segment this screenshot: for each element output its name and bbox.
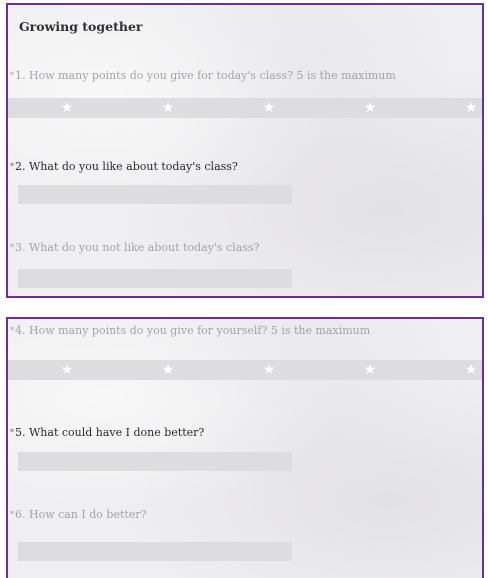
star-icon[interactable]: ★ (363, 101, 377, 115)
star-icon[interactable]: ★ (161, 101, 175, 115)
star-icon[interactable]: ★ (262, 363, 276, 377)
survey-section-2: *4. How many points do you give for your… (6, 317, 484, 578)
required-marker: * (10, 510, 14, 519)
answer-input-q5[interactable] (18, 452, 292, 471)
required-marker: * (10, 428, 14, 437)
section-title: Growing together (19, 19, 143, 34)
question-1: *1. How many points do you give for toda… (8, 69, 478, 83)
question-2: *2. What do you like about today's class… (8, 160, 478, 174)
required-marker: * (10, 71, 14, 80)
question-1-label: *1. How many points do you give for toda… (10, 69, 396, 82)
star-icon[interactable]: ★ (262, 101, 276, 115)
answer-input-q6[interactable] (18, 542, 292, 561)
star-icon[interactable]: ★ (464, 101, 478, 115)
star-icon[interactable]: ★ (161, 363, 175, 377)
required-marker: * (10, 326, 14, 335)
question-3-label: *3. What do you not like about today's c… (10, 241, 260, 254)
star-icon[interactable]: ★ (60, 101, 74, 115)
question-6-label: *6. How can I do better? (10, 508, 147, 521)
rating-stars-q1: ★ ★ ★ ★ ★ (8, 98, 482, 118)
question-6: *6. How can I do better? (8, 508, 478, 522)
question-4: *4. How many points do you give for your… (8, 324, 478, 338)
required-marker: * (10, 243, 14, 252)
answer-input-q2[interactable] (18, 185, 292, 204)
question-2-label: *2. What do you like about today's class… (10, 160, 238, 173)
star-icon[interactable]: ★ (464, 363, 478, 377)
question-5-label: *5. What could have I done better? (10, 426, 205, 439)
answer-input-q3[interactable] (18, 269, 292, 288)
star-icon[interactable]: ★ (363, 363, 377, 377)
required-marker: * (10, 162, 14, 171)
question-4-label: *4. How many points do you give for your… (10, 324, 371, 337)
star-icon[interactable]: ★ (60, 363, 74, 377)
survey-section-1: Growing together *1. How many points do … (6, 3, 484, 298)
question-3: *3. What do you not like about today's c… (8, 241, 478, 255)
question-5: *5. What could have I done better? (8, 426, 478, 440)
rating-stars-q4: ★ ★ ★ ★ ★ (8, 360, 482, 380)
